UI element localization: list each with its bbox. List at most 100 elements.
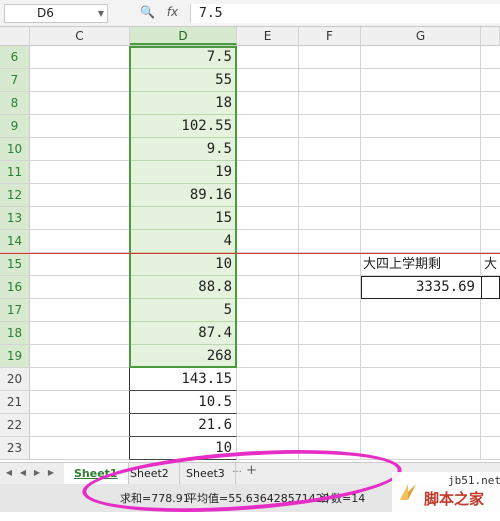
cell-d[interactable]: 4 [130, 230, 237, 253]
cell[interactable] [237, 368, 299, 391]
cell-d[interactable]: 143.15 [130, 368, 237, 391]
cell[interactable] [30, 322, 130, 345]
cell[interactable] [299, 138, 361, 161]
column-header-f[interactable]: F [299, 27, 361, 45]
cell[interactable] [361, 299, 481, 322]
cell[interactable] [299, 253, 361, 276]
cell[interactable] [481, 230, 500, 253]
cell[interactable] [237, 437, 299, 460]
cell[interactable] [361, 322, 481, 345]
cell[interactable] [481, 92, 500, 115]
cell[interactable] [299, 391, 361, 414]
cell[interactable] [237, 69, 299, 92]
cell-d[interactable]: 18 [130, 92, 237, 115]
tab-sheet3[interactable]: Sheet3 [176, 463, 236, 484]
cell[interactable] [30, 230, 130, 253]
first-sheet-icon[interactable]: ◀ [4, 467, 14, 479]
cell[interactable] [299, 92, 361, 115]
formula-input[interactable]: 7.5 [190, 4, 500, 23]
chevron-down-icon[interactable]: ▼ [98, 5, 104, 22]
cell[interactable] [30, 414, 130, 437]
cell-d[interactable]: 10 [130, 437, 237, 460]
cell[interactable] [299, 322, 361, 345]
row-header[interactable]: 18 [0, 322, 30, 345]
row-header[interactable]: 14 [0, 230, 30, 253]
cell[interactable] [299, 46, 361, 69]
cell[interactable] [30, 299, 130, 322]
cell[interactable] [361, 414, 481, 437]
cell[interactable] [299, 276, 361, 299]
cell-d[interactable]: 268 [130, 345, 237, 368]
cell[interactable] [481, 207, 500, 230]
cell[interactable] [299, 69, 361, 92]
cell[interactable] [237, 253, 299, 276]
cell[interactable] [30, 437, 130, 460]
row-header[interactable]: 17 [0, 299, 30, 322]
cell[interactable] [237, 276, 299, 299]
tab-sheet2[interactable]: Sheet2 [120, 463, 180, 484]
cell[interactable] [30, 161, 130, 184]
cell[interactable] [30, 391, 130, 414]
cell[interactable] [361, 368, 481, 391]
cell-g15-label[interactable]: 大四上学期剩 [361, 253, 441, 276]
select-all-corner[interactable] [0, 27, 30, 45]
cell[interactable] [481, 138, 500, 161]
cell[interactable] [299, 437, 361, 460]
cell-d[interactable]: 89.16 [130, 184, 237, 207]
cell[interactable] [237, 115, 299, 138]
cell[interactable] [30, 92, 130, 115]
cell[interactable] [481, 115, 500, 138]
cell[interactable] [299, 414, 361, 437]
cell[interactable] [481, 391, 500, 414]
cell[interactable] [481, 345, 500, 368]
cell[interactable] [237, 184, 299, 207]
row-header[interactable]: 12 [0, 184, 30, 207]
cell[interactable] [299, 299, 361, 322]
prev-sheet-icon[interactable]: ◀ [18, 467, 28, 479]
cell[interactable] [30, 253, 130, 276]
cell[interactable] [481, 368, 500, 391]
cell[interactable] [237, 414, 299, 437]
cell[interactable] [30, 276, 130, 299]
cell[interactable] [361, 207, 481, 230]
cell[interactable] [481, 437, 500, 460]
row-header[interactable]: 7 [0, 69, 30, 92]
row-header[interactable]: 22 [0, 414, 30, 437]
cell[interactable] [237, 299, 299, 322]
zoom-icon[interactable]: 🔍 [140, 5, 155, 19]
fx-icon[interactable]: fx [167, 5, 178, 19]
cell[interactable] [299, 345, 361, 368]
cell[interactable] [30, 138, 130, 161]
cell[interactable] [481, 322, 500, 345]
cell-d[interactable]: 19 [130, 161, 237, 184]
cell[interactable] [361, 184, 481, 207]
cell-d[interactable]: 10.5 [130, 391, 237, 414]
row-header[interactable]: 20 [0, 368, 30, 391]
row-header[interactable]: 13 [0, 207, 30, 230]
cell[interactable] [299, 115, 361, 138]
cell-d[interactable]: 55 [130, 69, 237, 92]
cell-g16-value[interactable]: 3335.69 [361, 276, 482, 299]
name-box[interactable]: D6 ▼ [4, 4, 108, 23]
cell[interactable] [30, 69, 130, 92]
cell-d[interactable]: 21.6 [130, 414, 237, 437]
column-header-h[interactable] [481, 27, 500, 45]
cell-d[interactable]: 102.55 [130, 115, 237, 138]
row-header[interactable]: 11 [0, 161, 30, 184]
cell-h16[interactable] [481, 276, 500, 299]
cell[interactable] [30, 46, 130, 69]
last-sheet-icon[interactable]: ▶ [46, 467, 56, 479]
column-header-e[interactable]: E [237, 27, 299, 45]
cell[interactable] [237, 207, 299, 230]
cell[interactable] [481, 299, 500, 322]
cell[interactable] [361, 437, 481, 460]
row-header[interactable]: 6 [0, 46, 30, 69]
cell[interactable] [237, 322, 299, 345]
cell[interactable] [299, 161, 361, 184]
cell[interactable] [361, 138, 481, 161]
cell[interactable] [361, 230, 481, 253]
cell[interactable] [481, 69, 500, 92]
cell[interactable] [361, 391, 481, 414]
row-header[interactable]: 23 [0, 437, 30, 460]
cell[interactable] [481, 46, 500, 69]
